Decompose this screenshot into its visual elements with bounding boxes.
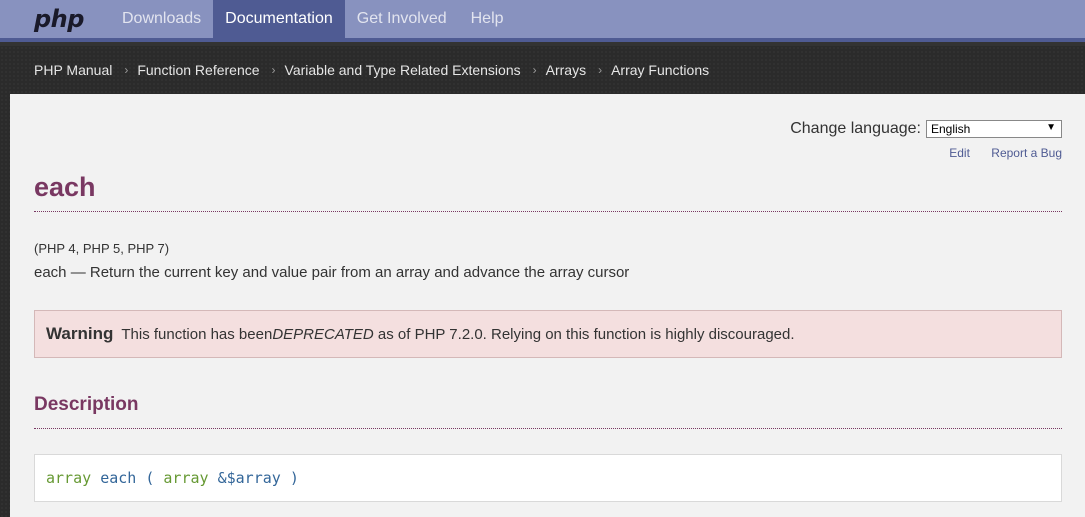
page-title: each [34,172,1062,212]
breadcrumb-arrays[interactable]: Arrays [546,62,586,78]
close-paren: ) [280,469,299,487]
breadcrumb-separator-icon: › [532,63,537,77]
function-name: each [100,469,137,487]
breadcrumb-separator-icon: › [598,63,603,77]
breadcrumb: PHP Manual › Function Reference › Variab… [0,46,1085,94]
warning-emphasis: DEPRECATED [272,325,374,343]
return-type[interactable]: array [46,469,91,487]
description-heading: Description [34,394,1062,429]
page-tools: Edit Report a Bug [931,146,1062,160]
report-bug-link[interactable]: Report a Bug [991,146,1062,160]
nav-downloads[interactable]: Downloads [110,0,213,38]
open-paren: ( [145,469,164,487]
param-name: &$array [217,469,281,487]
breadcrumb-function-reference[interactable]: Function Reference [137,62,259,78]
language-select[interactable]: English ▼ [926,120,1062,138]
nav-get-involved[interactable]: Get Involved [345,0,459,38]
version-info: (PHP 4, PHP 5, PHP 7) [34,241,170,256]
edit-link[interactable]: Edit [949,146,970,160]
breadcrumb-php-manual[interactable]: PHP Manual [34,62,112,78]
top-navigation: php Downloads Documentation Get Involved… [0,0,1085,42]
warning-label: Warning [46,324,114,343]
param-type[interactable]: array [163,469,208,487]
breadcrumb-separator-icon: › [271,63,276,77]
language-selected-value: English [931,122,971,136]
deprecation-warning: Warning This function has been DEPRECATE… [34,310,1062,358]
main-content: Change language: English ▼ Edit Report a… [10,94,1085,517]
method-synopsis: array each ( array &$array ) [34,454,1062,502]
nav-documentation[interactable]: Documentation [213,0,345,38]
warning-text-after: as of PHP 7.2.0. Relying on this functio… [373,325,795,343]
php-logo[interactable]: php [0,0,110,38]
breadcrumb-variable-type-extensions[interactable]: Variable and Type Related Extensions [285,62,521,78]
change-language-label: Change language: [790,120,921,137]
change-language: Change language: English ▼ [790,120,1062,138]
function-purpose: each — Return the current key and value … [34,264,630,281]
breadcrumb-array-functions[interactable]: Array Functions [611,62,709,78]
warning-text-before: This function has been [121,325,273,343]
left-sidebar-strip [0,94,10,517]
nav-help[interactable]: Help [459,0,516,38]
dropdown-arrow-icon: ▼ [1046,122,1056,133]
breadcrumb-separator-icon: › [124,63,129,77]
